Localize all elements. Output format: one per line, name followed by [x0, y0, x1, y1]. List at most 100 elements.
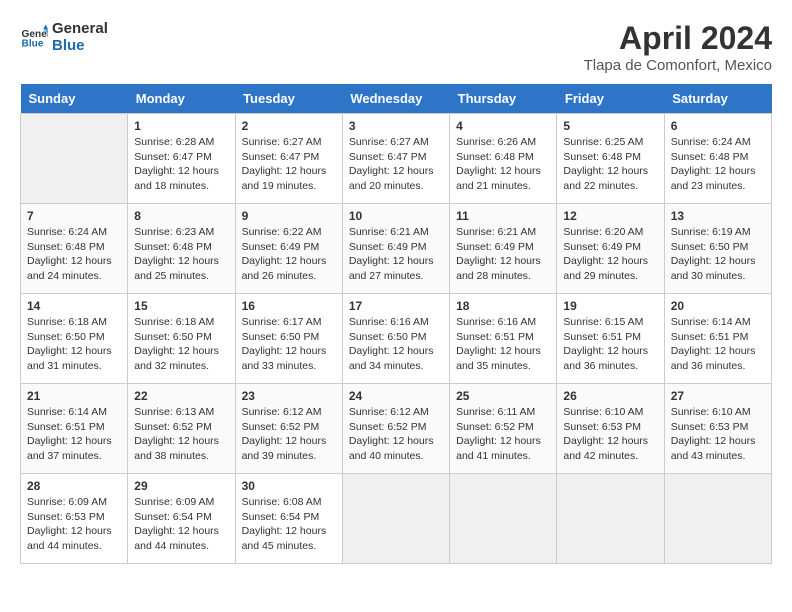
- day-info: Sunrise: 6:26 AMSunset: 6:48 PMDaylight:…: [456, 135, 550, 194]
- calendar-cell: 30 Sunrise: 6:08 AMSunset: 6:54 PMDaylig…: [235, 474, 342, 564]
- calendar-week-1: 1 Sunrise: 6:28 AMSunset: 6:47 PMDayligh…: [21, 114, 772, 204]
- calendar-cell: 7 Sunrise: 6:24 AMSunset: 6:48 PMDayligh…: [21, 204, 128, 294]
- calendar-cell: 27 Sunrise: 6:10 AMSunset: 6:53 PMDaylig…: [664, 384, 771, 474]
- calendar-cell: 24 Sunrise: 6:12 AMSunset: 6:52 PMDaylig…: [342, 384, 449, 474]
- day-info: Sunrise: 6:12 AMSunset: 6:52 PMDaylight:…: [242, 405, 336, 464]
- day-info: Sunrise: 6:23 AMSunset: 6:48 PMDaylight:…: [134, 225, 228, 284]
- day-info: Sunrise: 6:24 AMSunset: 6:48 PMDaylight:…: [27, 225, 121, 284]
- day-number: 22: [134, 389, 228, 403]
- weekday-header-tuesday: Tuesday: [235, 84, 342, 114]
- calendar-cell: 13 Sunrise: 6:19 AMSunset: 6:50 PMDaylig…: [664, 204, 771, 294]
- title-area: April 2024 Tlapa de Comonfort, Mexico: [584, 20, 772, 74]
- svg-text:Blue: Blue: [22, 38, 44, 49]
- calendar-cell: 11 Sunrise: 6:21 AMSunset: 6:49 PMDaylig…: [450, 204, 557, 294]
- day-info: Sunrise: 6:16 AMSunset: 6:50 PMDaylight:…: [349, 315, 443, 374]
- month-year-title: April 2024: [584, 20, 772, 57]
- weekday-header-thursday: Thursday: [450, 84, 557, 114]
- day-info: Sunrise: 6:11 AMSunset: 6:52 PMDaylight:…: [456, 405, 550, 464]
- calendar-week-2: 7 Sunrise: 6:24 AMSunset: 6:48 PMDayligh…: [21, 204, 772, 294]
- day-number: 23: [242, 389, 336, 403]
- day-info: Sunrise: 6:09 AMSunset: 6:54 PMDaylight:…: [134, 495, 228, 554]
- calendar-cell: 14 Sunrise: 6:18 AMSunset: 6:50 PMDaylig…: [21, 294, 128, 384]
- day-number: 2: [242, 119, 336, 133]
- calendar-week-4: 21 Sunrise: 6:14 AMSunset: 6:51 PMDaylig…: [21, 384, 772, 474]
- weekday-header-saturday: Saturday: [664, 84, 771, 114]
- day-number: 21: [27, 389, 121, 403]
- day-number: 15: [134, 299, 228, 313]
- day-number: 16: [242, 299, 336, 313]
- day-number: 24: [349, 389, 443, 403]
- calendar-cell: 29 Sunrise: 6:09 AMSunset: 6:54 PMDaylig…: [128, 474, 235, 564]
- calendar-cell: 15 Sunrise: 6:18 AMSunset: 6:50 PMDaylig…: [128, 294, 235, 384]
- weekday-header-friday: Friday: [557, 84, 664, 114]
- calendar-cell: 19 Sunrise: 6:15 AMSunset: 6:51 PMDaylig…: [557, 294, 664, 384]
- calendar-cell: 18 Sunrise: 6:16 AMSunset: 6:51 PMDaylig…: [450, 294, 557, 384]
- calendar-cell: 22 Sunrise: 6:13 AMSunset: 6:52 PMDaylig…: [128, 384, 235, 474]
- calendar-cell: 25 Sunrise: 6:11 AMSunset: 6:52 PMDaylig…: [450, 384, 557, 474]
- calendar-cell: 21 Sunrise: 6:14 AMSunset: 6:51 PMDaylig…: [21, 384, 128, 474]
- day-number: 19: [563, 299, 657, 313]
- day-number: 28: [27, 479, 121, 493]
- calendar-week-3: 14 Sunrise: 6:18 AMSunset: 6:50 PMDaylig…: [21, 294, 772, 384]
- day-number: 8: [134, 209, 228, 223]
- calendar-cell: [342, 474, 449, 564]
- calendar-cell: 6 Sunrise: 6:24 AMSunset: 6:48 PMDayligh…: [664, 114, 771, 204]
- day-number: 6: [671, 119, 765, 133]
- calendar-table: SundayMondayTuesdayWednesdayThursdayFrid…: [20, 84, 772, 564]
- day-info: Sunrise: 6:19 AMSunset: 6:50 PMDaylight:…: [671, 225, 765, 284]
- day-number: 18: [456, 299, 550, 313]
- weekday-header-monday: Monday: [128, 84, 235, 114]
- day-info: Sunrise: 6:21 AMSunset: 6:49 PMDaylight:…: [456, 225, 550, 284]
- day-info: Sunrise: 6:18 AMSunset: 6:50 PMDaylight:…: [134, 315, 228, 374]
- weekday-header-wednesday: Wednesday: [342, 84, 449, 114]
- day-number: 7: [27, 209, 121, 223]
- calendar-cell: 10 Sunrise: 6:21 AMSunset: 6:49 PMDaylig…: [342, 204, 449, 294]
- day-number: 1: [134, 119, 228, 133]
- calendar-cell: 4 Sunrise: 6:26 AMSunset: 6:48 PMDayligh…: [450, 114, 557, 204]
- calendar-cell: 1 Sunrise: 6:28 AMSunset: 6:47 PMDayligh…: [128, 114, 235, 204]
- day-info: Sunrise: 6:25 AMSunset: 6:48 PMDaylight:…: [563, 135, 657, 194]
- day-info: Sunrise: 6:08 AMSunset: 6:54 PMDaylight:…: [242, 495, 336, 554]
- day-info: Sunrise: 6:12 AMSunset: 6:52 PMDaylight:…: [349, 405, 443, 464]
- day-number: 4: [456, 119, 550, 133]
- day-info: Sunrise: 6:27 AMSunset: 6:47 PMDaylight:…: [349, 135, 443, 194]
- logo: General Blue General Blue: [20, 20, 108, 54]
- page-header: General Blue General Blue April 2024 Tla…: [20, 20, 772, 74]
- day-info: Sunrise: 6:27 AMSunset: 6:47 PMDaylight:…: [242, 135, 336, 194]
- day-info: Sunrise: 6:13 AMSunset: 6:52 PMDaylight:…: [134, 405, 228, 464]
- calendar-cell: 8 Sunrise: 6:23 AMSunset: 6:48 PMDayligh…: [128, 204, 235, 294]
- day-info: Sunrise: 6:10 AMSunset: 6:53 PMDaylight:…: [563, 405, 657, 464]
- calendar-week-5: 28 Sunrise: 6:09 AMSunset: 6:53 PMDaylig…: [21, 474, 772, 564]
- calendar-cell: 17 Sunrise: 6:16 AMSunset: 6:50 PMDaylig…: [342, 294, 449, 384]
- calendar-cell: 12 Sunrise: 6:20 AMSunset: 6:49 PMDaylig…: [557, 204, 664, 294]
- day-info: Sunrise: 6:15 AMSunset: 6:51 PMDaylight:…: [563, 315, 657, 374]
- day-info: Sunrise: 6:14 AMSunset: 6:51 PMDaylight:…: [27, 405, 121, 464]
- day-number: 29: [134, 479, 228, 493]
- day-info: Sunrise: 6:20 AMSunset: 6:49 PMDaylight:…: [563, 225, 657, 284]
- calendar-cell: 23 Sunrise: 6:12 AMSunset: 6:52 PMDaylig…: [235, 384, 342, 474]
- calendar-cell: 16 Sunrise: 6:17 AMSunset: 6:50 PMDaylig…: [235, 294, 342, 384]
- day-number: 26: [563, 389, 657, 403]
- calendar-cell: 5 Sunrise: 6:25 AMSunset: 6:48 PMDayligh…: [557, 114, 664, 204]
- logo-text-blue: Blue: [52, 37, 108, 54]
- calendar-cell: 28 Sunrise: 6:09 AMSunset: 6:53 PMDaylig…: [21, 474, 128, 564]
- calendar-cell: [21, 114, 128, 204]
- day-info: Sunrise: 6:21 AMSunset: 6:49 PMDaylight:…: [349, 225, 443, 284]
- calendar-cell: 2 Sunrise: 6:27 AMSunset: 6:47 PMDayligh…: [235, 114, 342, 204]
- day-number: 9: [242, 209, 336, 223]
- day-number: 11: [456, 209, 550, 223]
- day-number: 13: [671, 209, 765, 223]
- day-number: 3: [349, 119, 443, 133]
- day-info: Sunrise: 6:16 AMSunset: 6:51 PMDaylight:…: [456, 315, 550, 374]
- calendar-cell: [450, 474, 557, 564]
- calendar-cell: 3 Sunrise: 6:27 AMSunset: 6:47 PMDayligh…: [342, 114, 449, 204]
- day-number: 5: [563, 119, 657, 133]
- calendar-cell: 20 Sunrise: 6:14 AMSunset: 6:51 PMDaylig…: [664, 294, 771, 384]
- logo-icon: General Blue: [20, 23, 48, 51]
- day-number: 17: [349, 299, 443, 313]
- logo-text-general: General: [52, 20, 108, 37]
- location-subtitle: Tlapa de Comonfort, Mexico: [584, 57, 772, 74]
- weekday-header-sunday: Sunday: [21, 84, 128, 114]
- day-info: Sunrise: 6:10 AMSunset: 6:53 PMDaylight:…: [671, 405, 765, 464]
- day-info: Sunrise: 6:17 AMSunset: 6:50 PMDaylight:…: [242, 315, 336, 374]
